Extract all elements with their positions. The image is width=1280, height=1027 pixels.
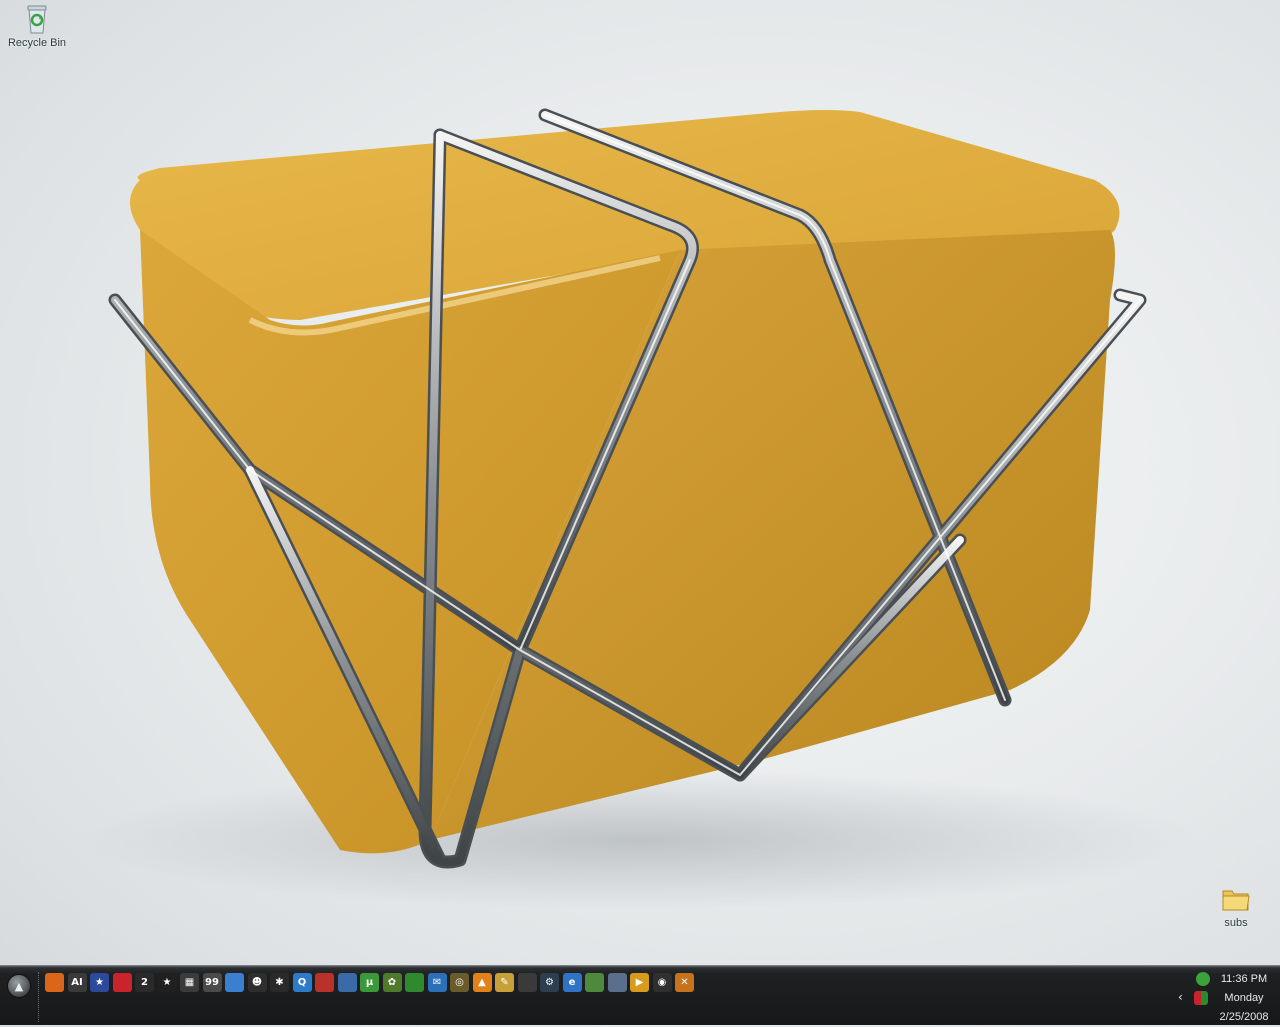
- eye-icon[interactable]: ◉: [652, 973, 672, 992]
- vlc-icon[interactable]: ▲: [472, 973, 492, 992]
- start-button[interactable]: ▲: [7, 974, 31, 998]
- ie-icon[interactable]: e: [562, 973, 582, 992]
- tools-icon[interactable]: ✕: [675, 973, 694, 992]
- monitor-icon[interactable]: [607, 973, 627, 992]
- badge-99-icon[interactable]: 99: [202, 973, 222, 992]
- palm-icon[interactable]: ✿: [382, 973, 402, 992]
- clock[interactable]: 11:36 PM Monday 2/25/2008: [1212, 970, 1276, 1027]
- document-blue-icon[interactable]: [225, 973, 244, 992]
- number-two-icon[interactable]: 2: [135, 973, 154, 992]
- black-star-icon[interactable]: ★: [157, 973, 177, 992]
- color-blocks-tray-icon[interactable]: [1194, 991, 1208, 1005]
- subs-folder-desktop-icon[interactable]: subs: [1201, 882, 1271, 929]
- image-viewer-icon[interactable]: [585, 973, 604, 992]
- pencil-icon[interactable]: ✎: [495, 973, 514, 992]
- clock-date: 2/25/2008: [1219, 1011, 1269, 1023]
- utorrent-tray-icon[interactable]: [1196, 972, 1210, 986]
- red-app-icon[interactable]: [315, 973, 334, 992]
- quick-launch-bar: AI ★ 2 ★ ▦ 99 ☻ ✱ Qµ ✿ ✉ ◎ ▲ ✎ ⚙ e ▶ ◉ ✕: [45, 973, 694, 995]
- star-flag-icon[interactable]: ★: [90, 973, 109, 992]
- aim-icon[interactable]: AI: [67, 973, 87, 992]
- recycle-bin-icon: [20, 2, 54, 36]
- folder-icon: [1219, 882, 1253, 916]
- window-icon[interactable]: [337, 973, 357, 992]
- taskbar: ▲ AI ★ 2 ★ ▦ 99 ☻ ✱ Qµ ✿ ✉ ◎ ▲ ✎ ⚙ e ▶ ◉ ✕ ‹ 11:36 PM Mond…: [0, 965, 1280, 1025]
- utorrent-icon[interactable]: µ: [360, 973, 379, 992]
- box-shadow: [80, 770, 1200, 910]
- quick-launch-separator: [38, 972, 41, 1022]
- recycle-bin-label: Recycle Bin: [7, 37, 67, 49]
- green-bar-icon[interactable]: [405, 973, 424, 992]
- color-blocks-icon[interactable]: [112, 973, 132, 992]
- spider-icon[interactable]: ✱: [270, 973, 289, 992]
- blue-gear-icon[interactable]: ✉: [427, 973, 447, 992]
- recycle-bin-desktop-icon[interactable]: Recycle Bin: [2, 2, 72, 49]
- start-arrow-icon: ▲: [14, 979, 24, 993]
- q-blue-icon[interactable]: Q: [292, 973, 312, 992]
- steam-icon[interactable]: ⚙: [540, 973, 559, 992]
- clock-day: Monday: [1224, 992, 1264, 1004]
- terminal-icon[interactable]: [517, 973, 537, 992]
- wallpaper: [80, 108, 1200, 910]
- keyboard-icon[interactable]: ▦: [180, 973, 199, 992]
- clock-time: 11:36 PM: [1220, 973, 1268, 985]
- firefox-icon[interactable]: [45, 973, 64, 992]
- clock-app-icon[interactable]: ◎: [450, 973, 469, 992]
- tray-expand-chevron-icon[interactable]: ‹: [1178, 990, 1183, 1004]
- robot-icon[interactable]: ☻: [247, 973, 267, 992]
- media-player-icon[interactable]: ▶: [630, 973, 649, 992]
- subs-folder-label: subs: [1224, 917, 1248, 929]
